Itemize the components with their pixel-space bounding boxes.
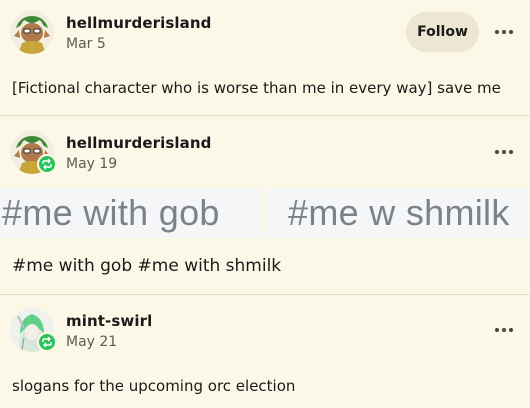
divider bbox=[0, 115, 530, 116]
avatar[interactable] bbox=[10, 10, 54, 54]
image-text: #me with gob bbox=[2, 192, 220, 233]
post-date[interactable]: May 19 bbox=[66, 156, 117, 172]
post-body-text: slogans for the upcoming orc election bbox=[12, 377, 296, 395]
post-header: hellmurderisland Mar 5 Follow bbox=[0, 8, 530, 56]
image-text: #me w shmilk bbox=[288, 192, 510, 233]
more-dots-icon bbox=[495, 150, 499, 154]
post-date[interactable]: May 21 bbox=[66, 334, 117, 350]
more-dots-icon bbox=[495, 30, 499, 34]
reblog-icon bbox=[37, 332, 57, 352]
post-body-text: [Fictional character who is worse than m… bbox=[12, 79, 501, 97]
username[interactable]: mint-swirl bbox=[66, 312, 152, 330]
divider bbox=[0, 294, 530, 295]
more-options-button[interactable] bbox=[489, 22, 519, 42]
more-dots-icon bbox=[495, 328, 499, 332]
more-options-button[interactable] bbox=[489, 142, 519, 162]
post-date[interactable]: Mar 5 bbox=[66, 36, 106, 52]
post-image[interactable]: #me w shmilk bbox=[268, 188, 530, 238]
username[interactable]: hellmurderisland bbox=[66, 14, 212, 32]
post-header: hellmurderisland May 19 bbox=[0, 128, 530, 176]
reblog-icon bbox=[37, 154, 57, 174]
post-image[interactable]: #me with gob bbox=[0, 188, 264, 238]
username[interactable]: hellmurderisland bbox=[66, 134, 212, 152]
post-header: mint-swirl May 21 bbox=[0, 306, 530, 354]
more-options-button[interactable] bbox=[489, 320, 519, 340]
follow-button[interactable]: Follow bbox=[406, 12, 479, 52]
post-body-text: #me with gob #me with shmilk bbox=[12, 256, 282, 276]
